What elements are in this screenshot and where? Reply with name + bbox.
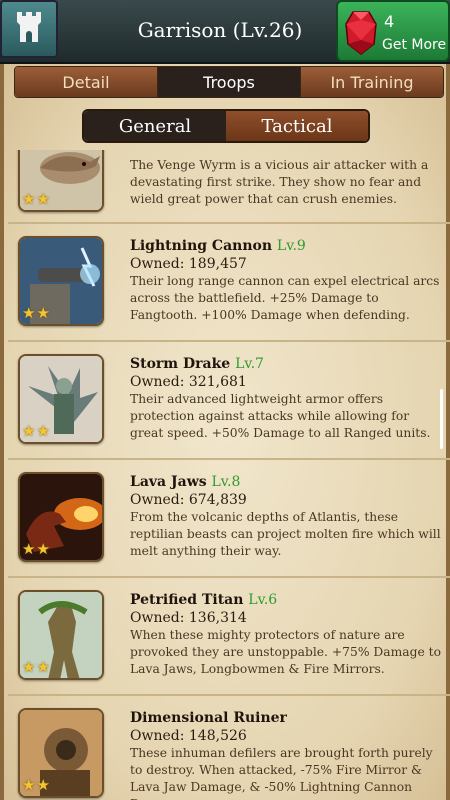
- troop-item-lava-jaws[interactable]: ★ ★ Lava Jaws Lv.8 Owned: 674,839 From th…: [8, 460, 450, 578]
- troop-description: When these mighty protectors of nature a…: [130, 628, 442, 676]
- star-icon: ★: [36, 422, 50, 440]
- troop-name: Lava Jaws: [130, 474, 207, 490]
- star-rating: ★ ★: [22, 540, 50, 558]
- star-icon: ★: [22, 776, 36, 794]
- troop-name-row: Petrified Titan Lv.6: [130, 592, 446, 608]
- troop-name-row: Lightning Cannon Lv.9: [130, 238, 446, 254]
- troop-item-petrified-titan[interactable]: ★ ★ Petrified Titan Lv.6 Owned: 136,314 W…: [8, 578, 450, 696]
- troop-info: The Venge Wyrm is a vicious air attacker…: [130, 156, 446, 208]
- troop-info: Lava Jaws Lv.8 Owned: 674,839 From the v…: [130, 474, 446, 560]
- star-icon: ★: [36, 658, 50, 676]
- troop-description: The Venge Wyrm is a vicious air attacker…: [130, 158, 429, 206]
- troop-portrait: ★ ★: [18, 472, 104, 562]
- page-title: Garrison (Lv.26): [137, 18, 303, 42]
- troop-item-venge-wyrm[interactable]: ★ ★ The Venge Wyrm is a vicious air attac…: [8, 150, 450, 224]
- troop-level: Lv.8: [211, 474, 241, 490]
- troop-level: Lv.7: [235, 356, 264, 372]
- troop-type-tabs: General Tactical: [82, 109, 370, 143]
- troop-info: Storm Drake Lv.7 Owned: 321,681 Their ad…: [130, 356, 446, 442]
- troop-list[interactable]: ★ ★ The Venge Wyrm is a vicious air attac…: [8, 150, 450, 800]
- troop-info: Petrified Titan Lv.6 Owned: 136,314 When…: [130, 592, 446, 678]
- troop-name: Petrified Titan: [130, 592, 244, 608]
- troop-name: Lightning Cannon: [130, 238, 273, 254]
- troop-item-lightning-cannon[interactable]: ★ ★ Lightning Cannon Lv.9 Owned: 189,457 …: [8, 224, 450, 342]
- get-more-label: Get More: [382, 37, 447, 53]
- troop-description: From the volcanic depths of Atlantis, th…: [130, 510, 441, 558]
- troop-portrait: ★ ★: [18, 708, 104, 798]
- troop-name-row: Lava Jaws Lv.8: [130, 474, 446, 490]
- star-rating: ★ ★: [22, 304, 50, 322]
- subtab-tactical[interactable]: Tactical: [226, 111, 368, 141]
- get-more-gems-button[interactable]: 4 Get More: [336, 0, 450, 62]
- troop-description: These inhuman defilers are brought forth…: [130, 746, 433, 800]
- troop-owned: Owned: 148,526: [130, 728, 247, 744]
- main-tabs: Detail Troops In Training: [14, 66, 444, 98]
- star-icon: ★: [36, 304, 50, 322]
- troop-description: Their long range cannon can expel electr…: [130, 274, 440, 322]
- troop-portrait: ★ ★: [18, 150, 104, 212]
- tab-in-training[interactable]: In Training: [301, 67, 443, 97]
- troop-name: Storm Drake: [130, 356, 231, 372]
- troop-portrait: ★ ★: [18, 354, 104, 444]
- star-rating: ★ ★: [22, 422, 50, 440]
- troop-info: Dimensional Ruiner Owned: 148,526 These …: [130, 710, 446, 800]
- troop-level: Lv.6: [248, 592, 278, 608]
- star-icon: ★: [22, 658, 36, 676]
- garrison-panel: Detail Troops In Training General Tactic…: [0, 64, 450, 800]
- star-icon: ★: [36, 776, 50, 794]
- castle-icon: [14, 10, 44, 48]
- troop-owned: Owned: 674,839: [130, 492, 247, 508]
- star-icon: ★: [22, 422, 36, 440]
- tab-detail[interactable]: Detail: [15, 67, 158, 97]
- troop-description: Their advanced lightweight armor offers …: [130, 392, 431, 440]
- ruby-gem-icon: [344, 10, 378, 60]
- troop-item-storm-drake[interactable]: ★ ★ Storm Drake Lv.7 Owned: 321,681 Their…: [8, 342, 450, 460]
- subtab-general[interactable]: General: [84, 111, 226, 141]
- top-bar: Garrison (Lv.26) 4 Get More: [0, 0, 450, 64]
- star-rating: ★ ★: [22, 190, 50, 208]
- troop-name: Dimensional Ruiner: [130, 710, 287, 726]
- tab-troops[interactable]: Troops: [158, 67, 301, 97]
- star-rating: ★ ★: [22, 658, 50, 676]
- star-icon: ★: [22, 304, 36, 322]
- troop-owned: Owned: 321,681: [130, 374, 247, 390]
- troop-name-row: Dimensional Ruiner: [130, 710, 446, 726]
- castle-button[interactable]: [0, 0, 58, 58]
- troop-portrait: ★ ★: [18, 590, 104, 680]
- troop-item-dimensional-ruiner[interactable]: ★ ★ Dimensional Ruiner Owned: 148,526 The…: [8, 696, 450, 800]
- star-icon: ★: [36, 540, 50, 558]
- troop-name-row: Storm Drake Lv.7: [130, 356, 446, 372]
- troop-level: Lv.9: [276, 238, 306, 254]
- list-scrollbar[interactable]: [440, 389, 443, 449]
- star-icon: ★: [22, 540, 36, 558]
- troop-owned: Owned: 136,314: [130, 610, 247, 626]
- star-icon: ★: [36, 190, 50, 208]
- troop-owned: Owned: 189,457: [130, 256, 247, 272]
- troop-portrait: ★ ★: [18, 236, 104, 326]
- gem-count: 4: [384, 12, 395, 31]
- star-rating: ★ ★: [22, 776, 50, 794]
- star-icon: ★: [22, 190, 36, 208]
- troop-info: Lightning Cannon Lv.9 Owned: 189,457 The…: [130, 238, 446, 324]
